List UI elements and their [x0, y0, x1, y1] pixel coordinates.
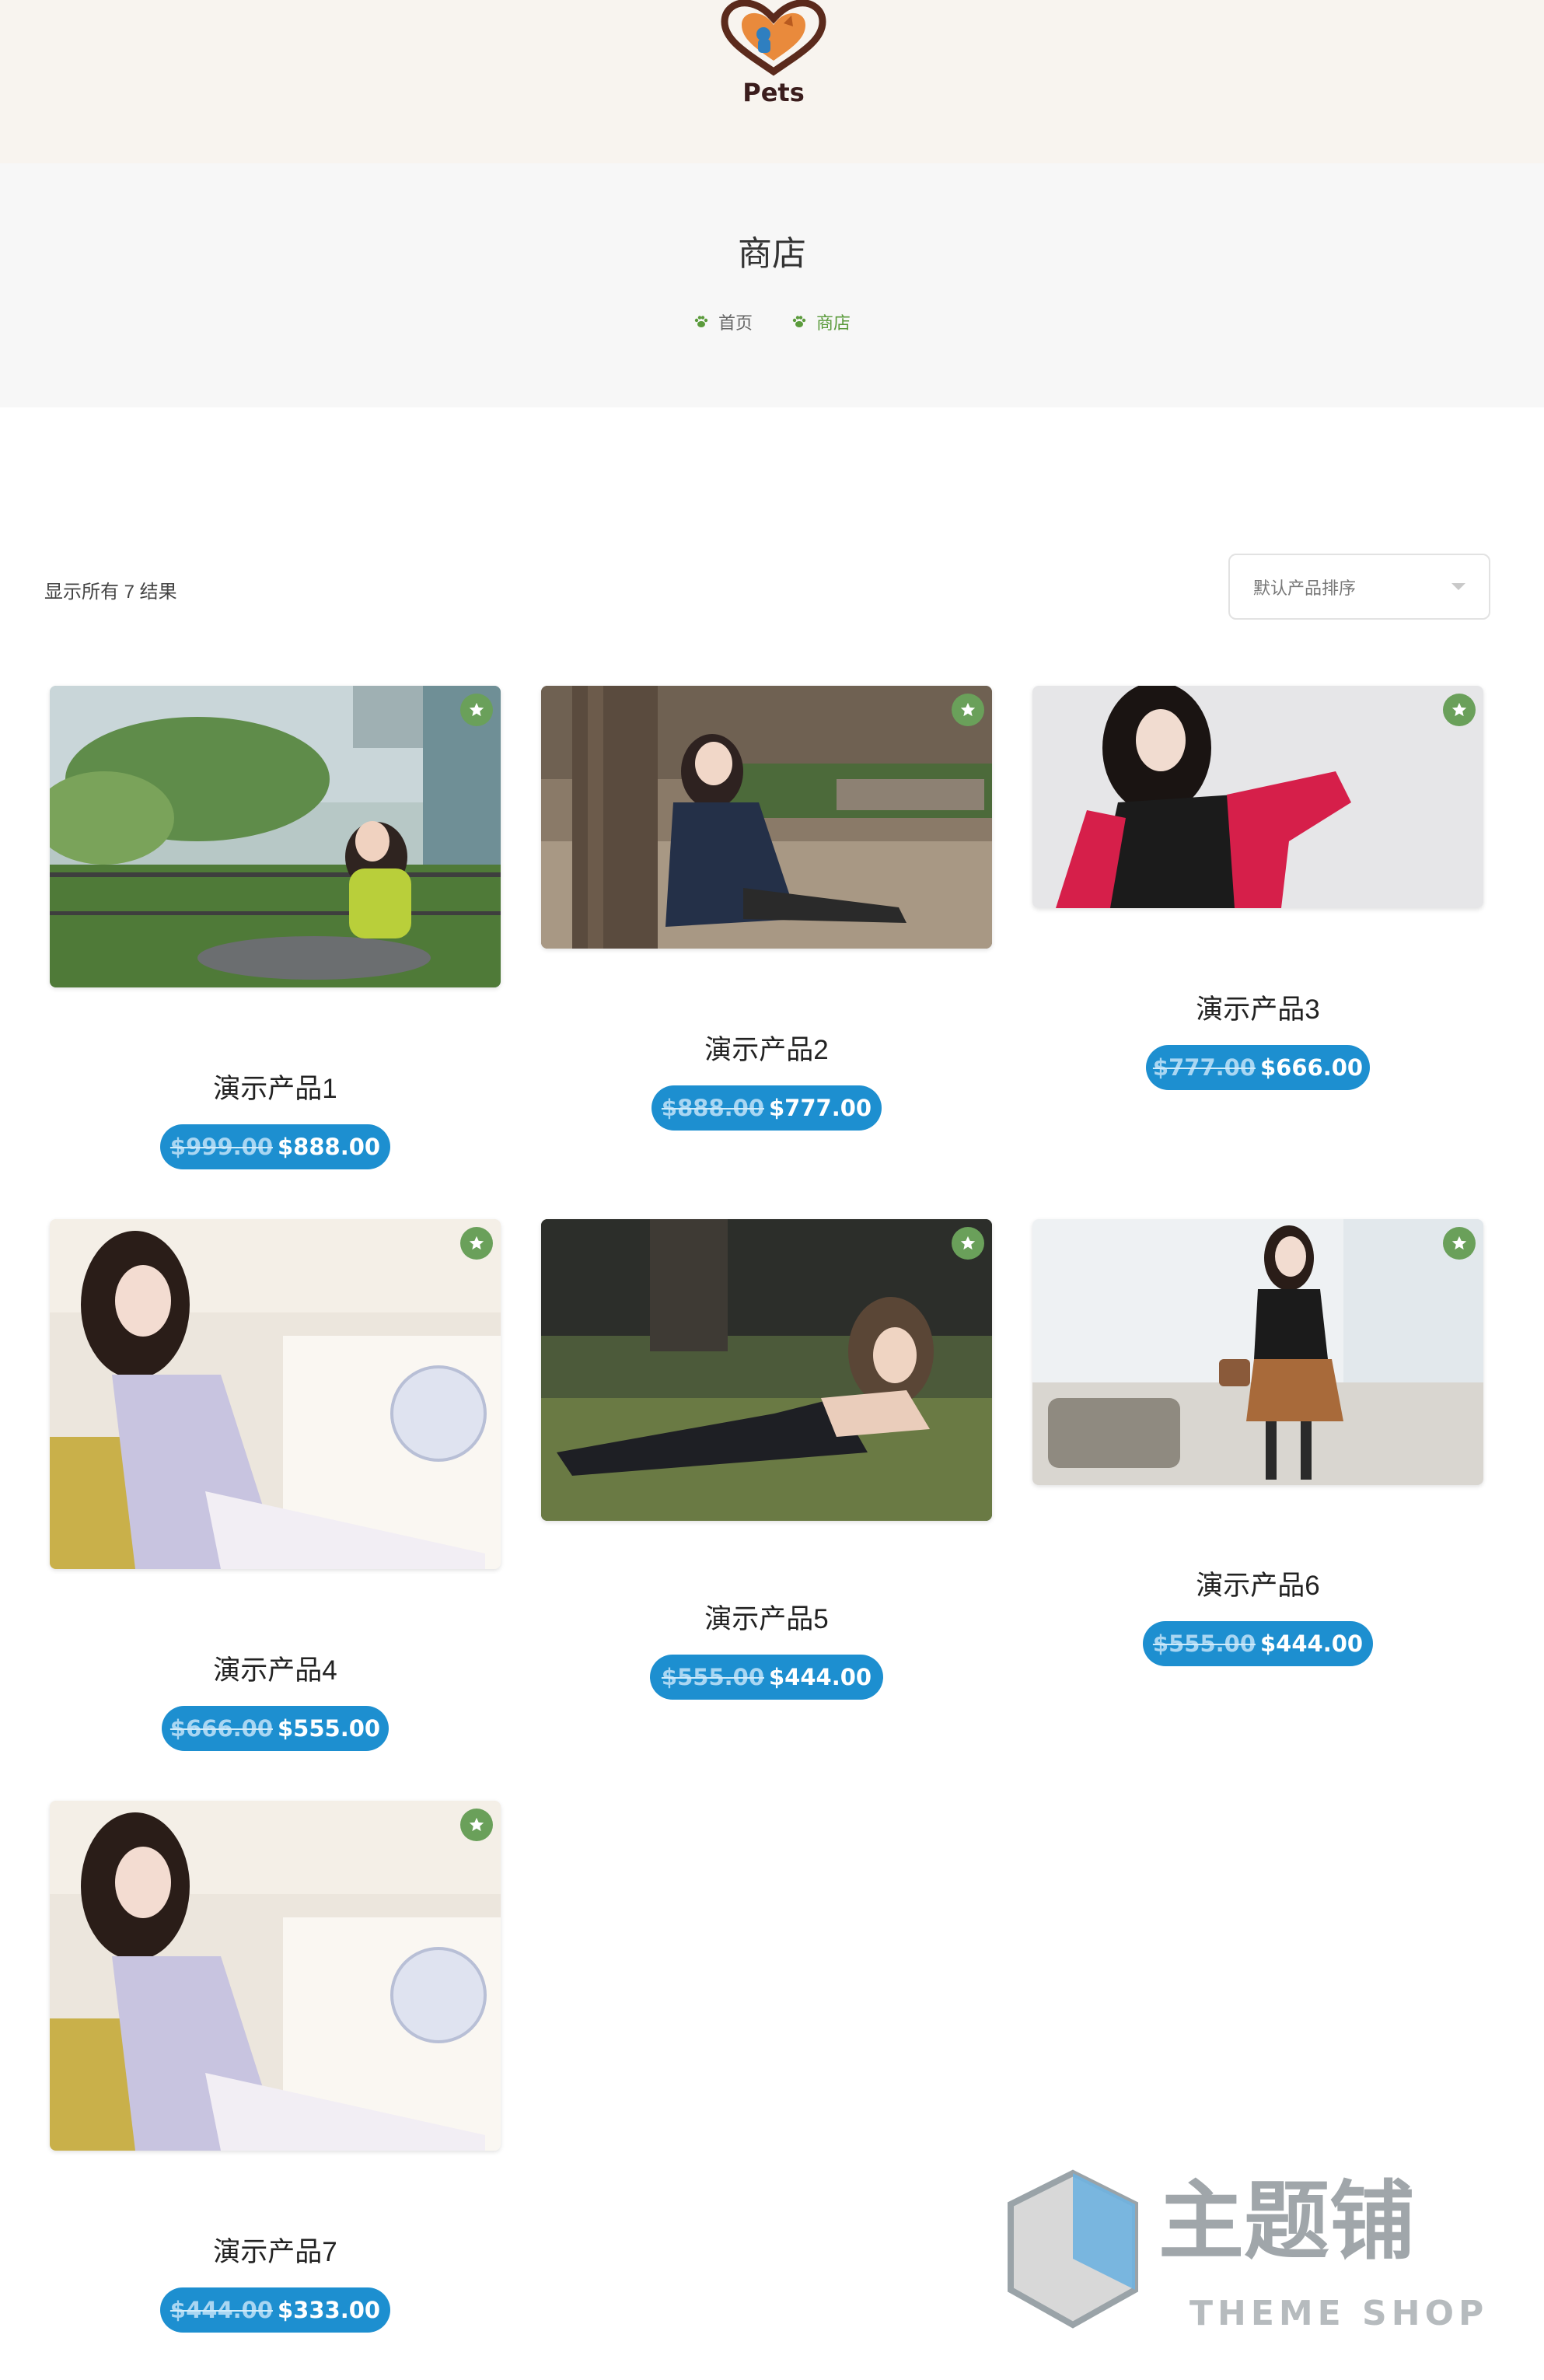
product-price: $888.00 $777.00: [651, 1085, 882, 1131]
site-logo[interactable]: Pets: [715, 0, 832, 117]
product-image[interactable]: [541, 1219, 992, 1521]
product-price: $444.00 $333.00: [160, 2287, 390, 2333]
breadcrumb-home[interactable]: 首页: [693, 309, 753, 334]
watermark-cn: 主题铺: [1158, 2172, 1415, 2271]
regular-price: $444.00: [169, 2297, 273, 2323]
product-title[interactable]: 演示产品7: [50, 2230, 501, 2270]
product-image[interactable]: [50, 1219, 501, 1569]
product-image[interactable]: [50, 686, 501, 987]
orderby-value: 默认产品排序: [1253, 578, 1357, 598]
product-price: $999.00 $888.00: [160, 1124, 390, 1169]
product-title[interactable]: 演示产品2: [541, 1028, 992, 1068]
product-image[interactable]: [1032, 686, 1483, 908]
product-card[interactable]: 演示产品5 $555.00 $444.00: [541, 1219, 992, 1717]
sale-price: $777.00: [769, 1095, 872, 1121]
sale-price: $444.00: [1260, 1630, 1364, 1657]
featured-star-badge: [460, 694, 493, 726]
product-title[interactable]: 演示产品3: [1032, 987, 1483, 1027]
product-title[interactable]: 演示产品4: [50, 1648, 501, 1688]
heart-pet-icon: [721, 0, 826, 76]
product-price: $555.00 $444.00: [1143, 1621, 1373, 1666]
featured-star-badge: [952, 694, 984, 726]
product-image[interactable]: [50, 1801, 501, 2151]
regular-price: $888.00: [661, 1095, 764, 1121]
regular-price: $555.00: [661, 1664, 764, 1690]
product-card[interactable]: 演示产品2 $888.00 $777.00: [541, 686, 992, 1137]
star-icon: [960, 702, 976, 717]
regular-price: $666.00: [169, 1715, 273, 1742]
sale-price: $888.00: [278, 1134, 381, 1160]
breadcrumb-current-label: 商店: [816, 313, 851, 333]
result-count: 显示所有 7 结果: [44, 582, 177, 603]
star-icon: [1451, 1235, 1467, 1250]
breadcrumb-current: 商店: [791, 309, 851, 334]
breadcrumb-home-label[interactable]: 首页: [718, 309, 753, 334]
sale-price: $333.00: [278, 2297, 381, 2323]
star-icon: [469, 1235, 484, 1250]
product-image[interactable]: [1032, 1219, 1483, 1485]
watermark-en: THEME SHOP: [1189, 2294, 1488, 2333]
product-card[interactable]: 演示产品6 $555.00 $444.00: [1032, 1219, 1483, 1686]
paw-icon: [792, 316, 806, 327]
product-title[interactable]: 演示产品6: [1032, 1564, 1483, 1603]
featured-star-badge: [952, 1227, 984, 1260]
product-price: $777.00 $666.00: [1146, 1045, 1370, 1090]
featured-star-badge: [1443, 1227, 1476, 1260]
product-title[interactable]: 演示产品5: [541, 1597, 992, 1637]
product-price: $666.00 $555.00: [162, 1706, 389, 1751]
sale-price: $666.00: [1260, 1054, 1364, 1081]
featured-star-badge: [460, 1227, 493, 1260]
chevron-down-icon: [1451, 583, 1465, 590]
regular-price: $777.00: [1152, 1054, 1256, 1081]
featured-star-badge: [460, 1809, 493, 1841]
star-icon: [1451, 702, 1467, 717]
star-icon: [469, 1817, 484, 1832]
sale-price: $444.00: [769, 1664, 872, 1690]
orderby-select[interactable]: 默认产品排序: [1228, 554, 1490, 620]
product-card[interactable]: 演示产品4 $666.00 $555.00: [50, 1219, 501, 1756]
featured-star-badge: [1443, 694, 1476, 726]
page-title: 商店: [738, 235, 806, 273]
regular-price: $555.00: [1152, 1630, 1256, 1657]
sale-price: $555.00: [278, 1715, 381, 1742]
product-card[interactable]: 演示产品7 $444.00 $333.00: [50, 1801, 501, 2337]
page-title-band: [0, 163, 1544, 407]
product-image[interactable]: [541, 686, 992, 949]
product-card[interactable]: 演示产品1 $999.00 $888.00: [50, 686, 501, 1176]
star-icon: [960, 1235, 976, 1250]
breadcrumb: 首页 商店: [0, 309, 1544, 334]
star-icon: [469, 702, 484, 717]
product-card[interactable]: 演示产品3 $777.00 $666.00: [1032, 686, 1483, 1098]
product-title[interactable]: 演示产品1: [50, 1067, 501, 1106]
logo-text: Pets: [742, 78, 805, 107]
paw-icon: [694, 316, 708, 327]
regular-price: $999.00: [169, 1134, 273, 1160]
product-price: $555.00 $444.00: [650, 1655, 883, 1700]
theme-shop-watermark: 主题铺 THEME SHOP: [1003, 2158, 1532, 2352]
